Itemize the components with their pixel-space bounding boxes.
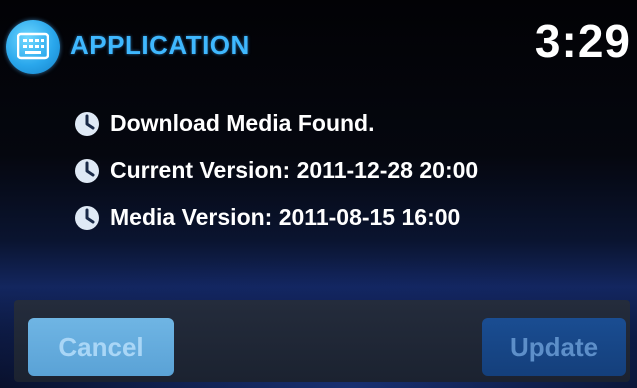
current-version-text: Current Version: 2011-12-28 20:00 (110, 157, 479, 183)
clock-icon (75, 205, 99, 230)
cancel-button[interactable]: Cancel (28, 318, 174, 376)
info-item-current-version: Current Version: 2011-12-28 20:00 (74, 147, 478, 194)
media-version-text: Media Version: 2011-08-15 16:00 (110, 204, 461, 230)
keyboard-icon[interactable] (6, 20, 60, 74)
clock-icon (75, 158, 99, 183)
header-bar: APPLICATION 3:29 (0, 0, 637, 82)
app-screen: APPLICATION 3:29 Download Media Found. C… (0, 0, 637, 388)
info-item-media-version: Media Version: 2011-08-15 16:00 (74, 194, 478, 241)
download-status-text: Download Media Found. (110, 110, 375, 136)
clock-icon (75, 111, 99, 136)
app-title: APPLICATION (70, 30, 250, 60)
info-list: Download Media Found. Current Version: 2… (74, 100, 478, 241)
update-button[interactable]: Update (482, 318, 626, 376)
button-bar: Cancel Update (14, 300, 630, 382)
keyboard-glyph (17, 32, 49, 60)
info-item-download: Download Media Found. (74, 100, 478, 147)
clock-time: 3:29 (534, 15, 631, 67)
